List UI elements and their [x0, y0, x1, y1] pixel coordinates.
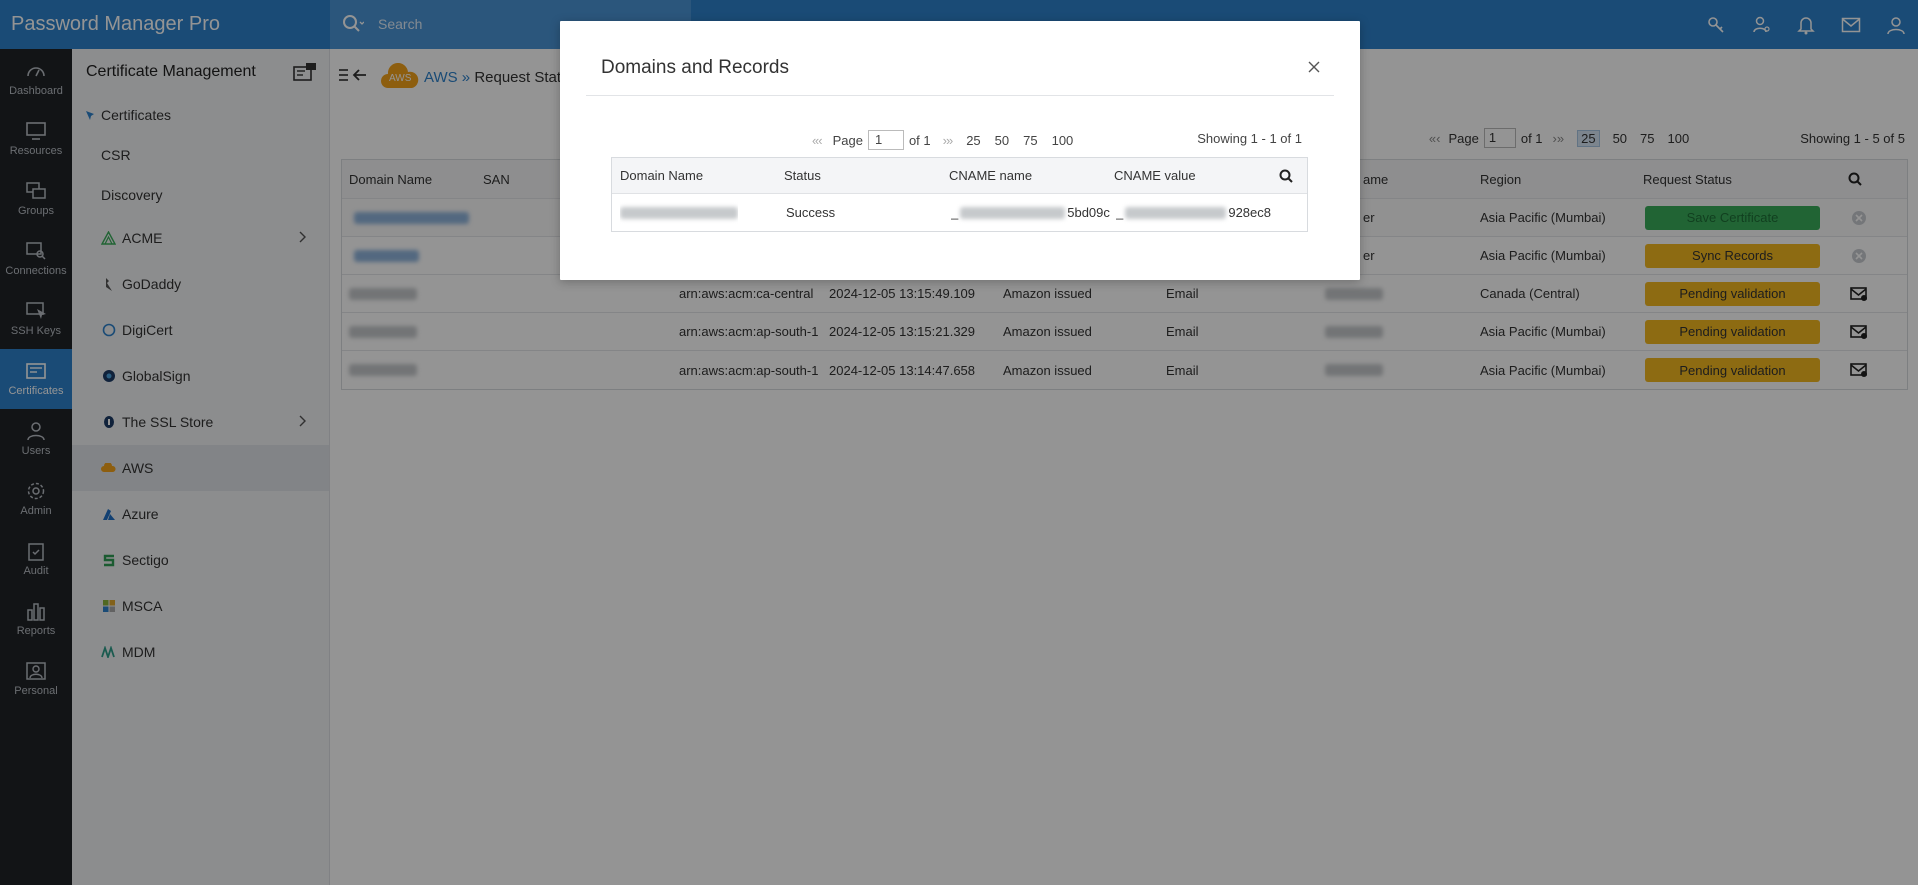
col-status[interactable]: Status: [784, 158, 821, 193]
dialog-pager: «‹ Page 1 of 1 ›» 25 50 75 100: [812, 129, 1073, 151]
col-cname-value[interactable]: CNAME value: [1114, 158, 1196, 193]
first-page-icon[interactable]: «‹: [812, 133, 823, 148]
domains-records-table: Domain Name Status CNAME name CNAME valu…: [611, 157, 1308, 232]
dialog-page-size-75[interactable]: 75: [1023, 133, 1037, 148]
table-row[interactable]: Success _ 5bd09c _ 928ec8: [612, 194, 1307, 231]
domains-records-dialog: Domains and Records «‹ Page 1 of 1 ›» 25…: [560, 21, 1360, 280]
divider: [586, 95, 1334, 96]
col-cname-name[interactable]: CNAME name: [949, 158, 1032, 193]
close-icon[interactable]: [1304, 57, 1324, 77]
dialog-showing-count: Showing 1 - 1 of 1: [1197, 131, 1302, 146]
col-domain-name[interactable]: Domain Name: [620, 158, 703, 193]
dialog-search-icon[interactable]: [1279, 158, 1293, 193]
dialog-page-number-input[interactable]: 1: [867, 130, 904, 150]
dialog-table-header: Domain Name Status CNAME name CNAME valu…: [612, 158, 1307, 194]
dialog-title: Domains and Records: [601, 57, 789, 78]
next-page-icon[interactable]: ›»: [943, 133, 954, 148]
dialog-page-size-100[interactable]: 100: [1052, 133, 1074, 148]
dialog-page-size-50[interactable]: 50: [995, 133, 1009, 148]
dialog-page-size-25[interactable]: 25: [966, 133, 980, 148]
